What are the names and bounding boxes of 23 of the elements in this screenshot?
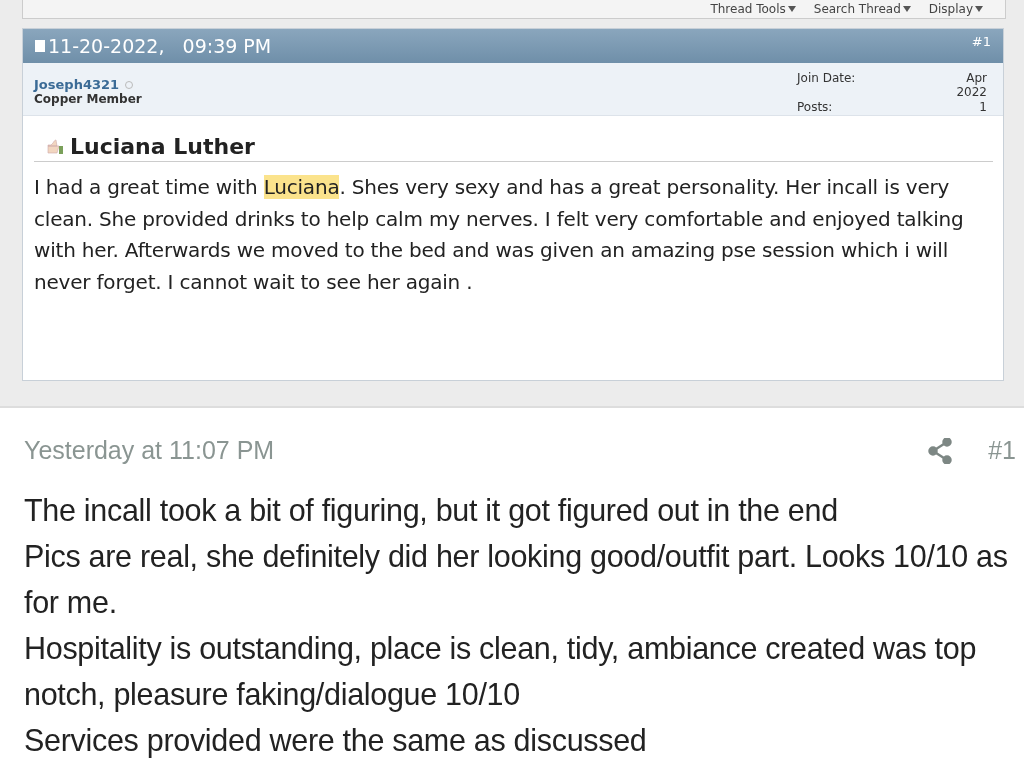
toolbar-menu[interactable]: Display bbox=[928, 2, 983, 16]
post-title: Luciana Luther bbox=[70, 134, 255, 159]
post-text: Services provided were the same as discussed bbox=[24, 722, 648, 760]
share-icon[interactable] bbox=[928, 437, 953, 464]
caret-icon bbox=[787, 6, 796, 12]
post-date: 11-20-2022, 09:39 PM bbox=[48, 35, 272, 57]
toolbar-menu[interactable]: Search Thread bbox=[813, 2, 911, 16]
document-icon bbox=[35, 40, 45, 52]
thumbs-up-icon bbox=[46, 138, 64, 155]
stat-label: Join Date: bbox=[797, 71, 857, 87]
post-text: The incall took a bit of figuring, but it got figured out in the end bbox=[24, 492, 839, 530]
caret-icon bbox=[975, 6, 983, 12]
stat-label: Posts: bbox=[797, 100, 834, 115]
caret-icon bbox=[902, 6, 911, 12]
user-rank: Copper Member bbox=[34, 92, 142, 106]
post-text: Pics are real, she definitely did her looking good/outfit part. Looks 10/10 as for me. bbox=[24, 538, 1009, 621]
post-text: Hospitality is outstanding, place is clean, tidy, ambiance created was top notch, pleasure faking/dialogue 10/10 bbox=[24, 630, 978, 714]
stat-value: Apr 2022 bbox=[955, 71, 987, 100]
post-date: Yesterday at 11:07 PM bbox=[24, 436, 275, 465]
toolbar-menu[interactable]: Thread Tools bbox=[710, 2, 796, 16]
stat-value: 1 bbox=[978, 100, 987, 115]
author-link[interactable]: Joseph4321 bbox=[34, 77, 142, 92]
post-text: I had a great time with Luciana. Shes very sexy and has a great personality. Her incall is very clean. She provided drinks to help calm my nerves. I felt very comfortable and enjoyed talking with her. Afterwards we moved to the bed and was given an amazing pse session which i will never forget. I cannot wait to see her again . bbox=[34, 174, 965, 296]
